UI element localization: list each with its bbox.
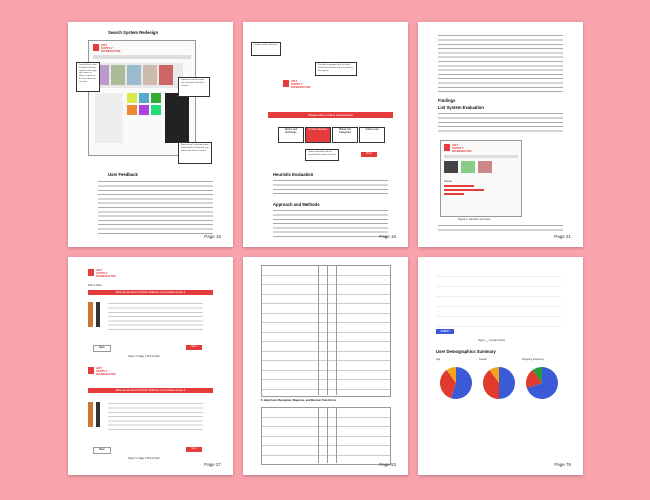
section-heading: User Demographics Summary <box>436 349 496 354</box>
column-divider <box>318 407 319 463</box>
column-divider <box>336 407 337 463</box>
body-text <box>438 224 563 234</box>
page-76[interactable]: SUBMIT Figure __: Google Survey User Dem… <box>418 257 583 475</box>
section-heading: 5. Help Users Recognize, Diagnose, and R… <box>261 399 337 402</box>
page-number: Page 16 <box>379 234 396 239</box>
body-text <box>273 179 388 197</box>
flow-node[interactable]: Artists Look <box>359 127 385 143</box>
stats-label: Stores <box>444 179 453 183</box>
document-viewer: { "pages": [ {"number": "Page 15", "titl… <box>0 0 650 500</box>
page-number: Page 53 <box>379 462 396 467</box>
column-divider <box>336 265 337 395</box>
body-text <box>108 302 203 332</box>
submit-button[interactable]: SUBMIT <box>436 329 454 334</box>
banner: Please add a email to unsubscribed <box>268 112 393 118</box>
chart-title: Age <box>436 358 441 361</box>
section-heading: Heuristic Evaluation <box>273 172 314 177</box>
next-button[interactable]: Next <box>186 345 202 350</box>
item-image <box>96 302 100 327</box>
body-text <box>273 209 388 237</box>
body-text <box>108 402 203 432</box>
section-heading: User Feedback <box>108 172 138 177</box>
checklist-table <box>261 407 391 465</box>
chart-title: Shopping Frequency <box>522 358 545 361</box>
page-number: Page 15 <box>204 234 221 239</box>
checklist-table <box>261 265 391 397</box>
flow-node[interactable]: Brand and Categories <box>332 127 358 143</box>
figure-caption: Figure __: Google Survey <box>478 339 506 342</box>
section-heading: List System Evaluation <box>438 105 484 110</box>
page-16[interactable]: Visitors visible click box. Possible to … <box>243 22 408 247</box>
page-27[interactable]: ART SUPPLY WAREHOUSE Pick & Pack Below a… <box>68 257 233 475</box>
back-button[interactable]: Back <box>93 447 111 454</box>
flow-node[interactable]: Return and Exchange <box>278 127 304 143</box>
next-button[interactable]: Next <box>361 152 377 157</box>
page-number: Page 76 <box>554 462 571 467</box>
column-divider <box>327 407 328 463</box>
screenshot-figure: ART SUPPLY WAREHOUSE <box>88 40 196 156</box>
callout-layout: Layout of search results are horizontal … <box>178 77 210 97</box>
back-button[interactable]: Back <box>93 345 111 352</box>
banner: Below are the items for Robert Robinson … <box>88 290 213 295</box>
page-number: Page 21 <box>554 234 571 239</box>
pie-slice <box>499 367 515 399</box>
body-text <box>98 180 213 236</box>
page-number: Page 27 <box>204 462 221 467</box>
page-15[interactable]: Search System Redesign ART SUPPLY WAREHO… <box>68 22 233 247</box>
callout-search-bar: Search Bar is now located at the top cen… <box>76 62 100 92</box>
flow-callout: Visitors visible click box. <box>251 42 281 56</box>
body-text <box>438 112 563 134</box>
page-53[interactable]: 5. Help Users Recognize, Diagnose, and R… <box>243 257 408 475</box>
figure-caption: Figure 4: Stage 1 Pick & Pack <box>128 355 160 358</box>
item-image <box>88 402 93 427</box>
item-image <box>88 302 93 327</box>
chart-title: Gender <box>479 358 487 361</box>
screenshot-figure: ART SUPPLY WAREHOUSE Stores <box>440 140 522 217</box>
page-21[interactable]: Findings List System Evaluation ART SUPP… <box>418 22 583 247</box>
flow-callout: Possible to program the list of the stor… <box>315 62 357 76</box>
figure-caption: Figure 1: Heuristic summary <box>458 218 491 221</box>
section-header: Pick & Pack <box>88 284 102 287</box>
column-divider <box>318 265 319 395</box>
body-text <box>438 34 563 94</box>
figure-caption: Figure 5: Stage 2 Pick & Pack <box>128 457 160 460</box>
banner: Below are the items for Robert Robinson … <box>88 388 213 393</box>
item-image <box>96 402 100 427</box>
section-heading: Findings <box>438 98 456 103</box>
pie-charts <box>440 367 558 399</box>
column-divider <box>327 265 328 395</box>
section-heading: Approach and Methods <box>273 202 320 207</box>
survey-grid <box>436 267 561 327</box>
callout-refine: Most critical / relevant action feature … <box>178 142 212 164</box>
flow-node[interactable]: Product Reviews <box>305 127 331 143</box>
flow-callout: Option should be able to proceed with en… <box>305 149 339 161</box>
page-title: Search System Redesign <box>108 30 159 35</box>
next-button[interactable]: Next <box>186 447 202 452</box>
